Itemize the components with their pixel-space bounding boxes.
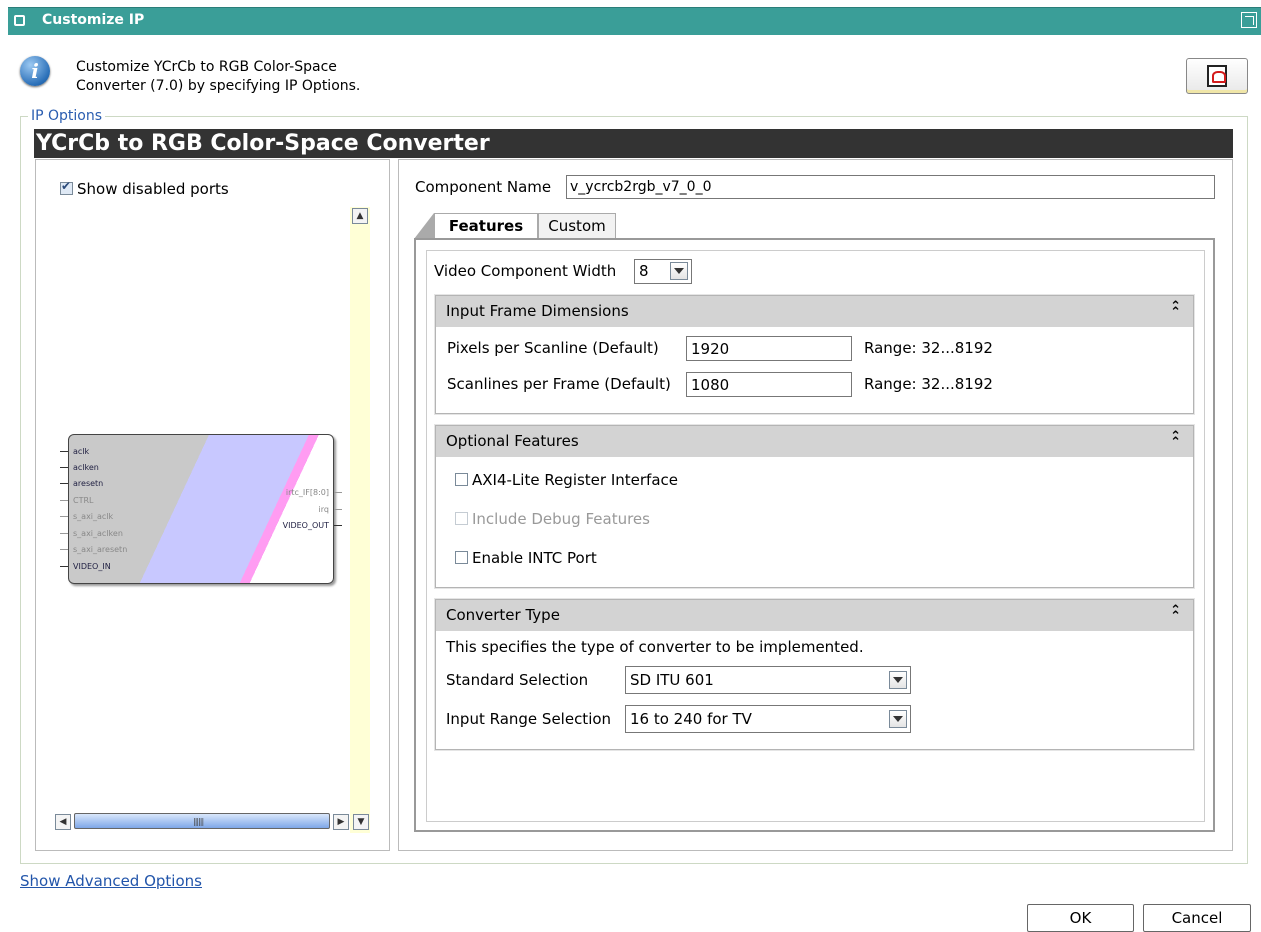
section-header[interactable]: Optional Features ⌃ ⌃ bbox=[436, 426, 1193, 457]
port-irq: irq bbox=[318, 505, 329, 514]
collapse-icon[interactable]: ⌃ ⌃ bbox=[1170, 300, 1181, 319]
section-title: Converter Type bbox=[446, 606, 560, 624]
input-range-selection-select[interactable]: 16 to 240 for TV bbox=[625, 705, 911, 733]
section-header[interactable]: Converter Type ⌃ ⌃ bbox=[436, 600, 1193, 631]
ip-options-label: IP Options bbox=[28, 108, 106, 124]
show-disabled-ports-checkbox[interactable]: Show disabled ports bbox=[60, 179, 229, 198]
component-name-label: Component Name bbox=[415, 178, 552, 196]
symbol-vertical-scrollbar[interactable] bbox=[350, 207, 370, 833]
pin-aclken bbox=[60, 467, 68, 468]
include-debug-label: Include Debug Features bbox=[472, 510, 650, 528]
chevron-down-icon[interactable] bbox=[889, 671, 907, 689]
section-title: Input Frame Dimensions bbox=[446, 302, 629, 320]
tab-custom[interactable]: Custom bbox=[538, 213, 616, 239]
documentation-button[interactable] bbox=[1186, 58, 1248, 94]
pin-s-axi-aresetn bbox=[60, 549, 68, 550]
checkbox-icon[interactable] bbox=[455, 473, 468, 486]
chevron-down-icon[interactable] bbox=[889, 710, 907, 728]
converter-description: This specifies the type of converter to … bbox=[446, 638, 864, 656]
port-ctrl: CTRL bbox=[73, 496, 94, 505]
video-component-width-value: 8 bbox=[639, 262, 649, 280]
scroll-left-icon[interactable]: ◀ bbox=[55, 814, 71, 830]
pdf-icon bbox=[1207, 65, 1227, 87]
pin-video-in bbox=[60, 566, 68, 567]
port-irtc-if: irtc_IF[8:0] bbox=[285, 488, 329, 497]
checkbox-icon bbox=[455, 512, 468, 525]
collapse-icon[interactable]: ⌃ ⌃ bbox=[1170, 604, 1181, 623]
tab-edge-decoration bbox=[414, 213, 434, 239]
port-s-axi-aclk: s_axi_aclk bbox=[73, 512, 114, 521]
pin-ctrl bbox=[60, 500, 68, 501]
collapse-icon[interactable]: ⌃ ⌃ bbox=[1170, 430, 1181, 449]
pin-s-axi-aclk bbox=[60, 516, 68, 517]
scroll-grip-icon[interactable]: |||||| bbox=[193, 817, 204, 826]
standard-selection-label: Standard Selection bbox=[446, 671, 589, 689]
window-menu-icon[interactable] bbox=[14, 15, 25, 26]
pin-irq bbox=[334, 509, 342, 510]
cancel-button[interactable]: Cancel bbox=[1143, 904, 1251, 932]
port-s-axi-aclken: s_axi_aclken bbox=[73, 529, 123, 538]
header-description-line2: Converter (7.0) by specifying IP Options… bbox=[76, 78, 361, 94]
input-range-selection-value: 16 to 240 for TV bbox=[630, 710, 752, 728]
scroll-down-icon[interactable]: ▼ bbox=[353, 814, 369, 830]
ip-symbol-diagram: aclk aclken aresetn CTRL s_axi_aclk s_ax… bbox=[68, 434, 334, 584]
window-title: Customize IP bbox=[42, 12, 145, 28]
port-video-in: VIDEO_IN bbox=[73, 562, 111, 571]
scroll-up-icon[interactable]: ▲ bbox=[352, 208, 368, 224]
component-name-input[interactable] bbox=[566, 175, 1215, 199]
input-frame-dimensions-section: Input Frame Dimensions ⌃ ⌃ Pixels per Sca… bbox=[435, 295, 1194, 414]
title-bar: Customize IP bbox=[8, 7, 1261, 35]
video-component-width-label: Video Component Width bbox=[434, 262, 617, 280]
scanlines-per-frame-input[interactable] bbox=[686, 372, 852, 397]
port-aresetn: aresetn bbox=[73, 479, 104, 488]
include-debug-checkbox: Include Debug Features bbox=[455, 510, 650, 528]
pixels-per-scanline-input[interactable] bbox=[686, 336, 852, 361]
section-header[interactable]: Input Frame Dimensions ⌃ ⌃ bbox=[436, 296, 1193, 327]
standard-selection-select[interactable]: SD ITU 601 bbox=[625, 666, 911, 694]
pixels-per-scanline-label: Pixels per Scanline (Default) bbox=[447, 339, 659, 357]
ok-button[interactable]: OK bbox=[1027, 904, 1134, 932]
pin-irtc-if bbox=[334, 492, 342, 493]
pin-video-out bbox=[334, 525, 342, 526]
enable-intc-checkbox[interactable]: Enable INTC Port bbox=[455, 549, 597, 567]
optional-features-section: Optional Features ⌃ ⌃ AXI4-Lite Register … bbox=[435, 425, 1194, 588]
port-aclk: aclk bbox=[73, 447, 90, 456]
enable-intc-label: Enable INTC Port bbox=[472, 549, 597, 567]
header-description: Customize YCrCb to RGB Color-Space Conve… bbox=[76, 58, 416, 96]
maximize-icon[interactable] bbox=[1241, 12, 1257, 28]
info-icon: i bbox=[20, 56, 50, 86]
tab-features[interactable]: Features bbox=[434, 213, 538, 239]
symbol-horizontal-scrollbar[interactable]: |||||| bbox=[74, 813, 330, 829]
pin-s-axi-aclken bbox=[60, 533, 68, 534]
checkbox-checked-icon[interactable] bbox=[60, 179, 73, 195]
checkbox-icon[interactable] bbox=[455, 551, 468, 564]
header-description-line1: Customize YCrCb to RGB Color-Space bbox=[76, 59, 337, 75]
converter-type-section: Converter Type ⌃ ⌃ This specifies the typ… bbox=[435, 599, 1194, 750]
chevron-down-icon[interactable] bbox=[670, 262, 688, 280]
pin-aresetn bbox=[60, 483, 68, 484]
section-title: Optional Features bbox=[446, 432, 579, 450]
pin-aclk bbox=[60, 451, 68, 452]
axi4-lite-label: AXI4-Lite Register Interface bbox=[472, 471, 679, 489]
port-video-out: VIDEO_OUT bbox=[282, 521, 329, 530]
scroll-right-icon[interactable]: ▶ bbox=[333, 814, 349, 830]
show-disabled-ports-label: Show disabled ports bbox=[77, 180, 229, 198]
port-s-axi-aresetn: s_axi_aresetn bbox=[73, 545, 128, 554]
scanlines-range-text: Range: 32...8192 bbox=[864, 375, 993, 393]
standard-selection-value: SD ITU 601 bbox=[630, 671, 714, 689]
port-aclken: aclken bbox=[73, 463, 99, 472]
show-advanced-options-link[interactable]: Show Advanced Options bbox=[20, 872, 202, 890]
ip-banner-title: YCrCb to RGB Color-Space Converter bbox=[34, 129, 1233, 158]
input-range-selection-label: Input Range Selection bbox=[446, 710, 612, 728]
video-component-width-select[interactable]: 8 bbox=[634, 259, 692, 284]
axi4-lite-checkbox[interactable]: AXI4-Lite Register Interface bbox=[455, 471, 678, 489]
scanlines-per-frame-label: Scanlines per Frame (Default) bbox=[447, 375, 671, 393]
pixels-range-text: Range: 32...8192 bbox=[864, 339, 993, 357]
